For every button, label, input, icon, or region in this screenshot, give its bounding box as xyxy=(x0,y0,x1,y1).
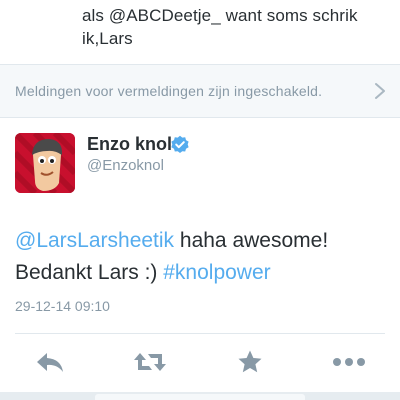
tweet-timestamp: 29-12-14 09:10 xyxy=(15,298,110,314)
more-button[interactable] xyxy=(329,346,369,378)
avatar[interactable] xyxy=(15,133,75,193)
verified-badge-icon xyxy=(171,135,189,153)
tweet-detail-screen: als @ABCDeetje_ want soms schrik ik,Lars… xyxy=(0,0,400,400)
favorite-button[interactable] xyxy=(230,346,270,378)
author-handle[interactable]: @Enzoknol xyxy=(87,157,164,174)
tweet-text: @LarsLarsheetik haha awesome! Bedankt La… xyxy=(15,225,395,289)
previous-tweet[interactable]: als @ABCDeetje_ want soms schrik ik,Lars xyxy=(0,0,400,64)
bottom-strip-inner xyxy=(95,394,305,400)
reply-button[interactable] xyxy=(30,346,70,378)
hashtag-link[interactable]: #knolpower xyxy=(163,261,270,284)
tweet-text-part-2: Bedankt Lars :) xyxy=(15,261,164,284)
mention-link[interactable]: @LarsLarsheetik xyxy=(15,229,174,252)
retweet-icon xyxy=(134,353,166,371)
retweet-button[interactable] xyxy=(130,346,170,378)
tweet-actions xyxy=(0,334,400,392)
notification-text: Meldingen voor vermeldingen zijn ingesch… xyxy=(15,83,323,99)
previous-tweet-text-line-2: ik,Lars xyxy=(82,29,133,48)
bottom-strip xyxy=(0,392,400,400)
star-icon xyxy=(238,350,262,373)
previous-tweet-text-line-1: als @ABCDeetje_ want soms schrik xyxy=(82,6,358,25)
more-icon xyxy=(333,358,365,366)
chevron-right-icon xyxy=(375,83,385,99)
notification-settings-bar[interactable]: Meldingen voor vermeldingen zijn ingesch… xyxy=(0,64,400,118)
tweet-text-part-1: haha awesome! xyxy=(174,229,329,252)
author-display-name[interactable]: Enzo knol xyxy=(87,134,172,155)
reply-icon xyxy=(37,353,63,372)
avatar-image xyxy=(15,133,75,193)
